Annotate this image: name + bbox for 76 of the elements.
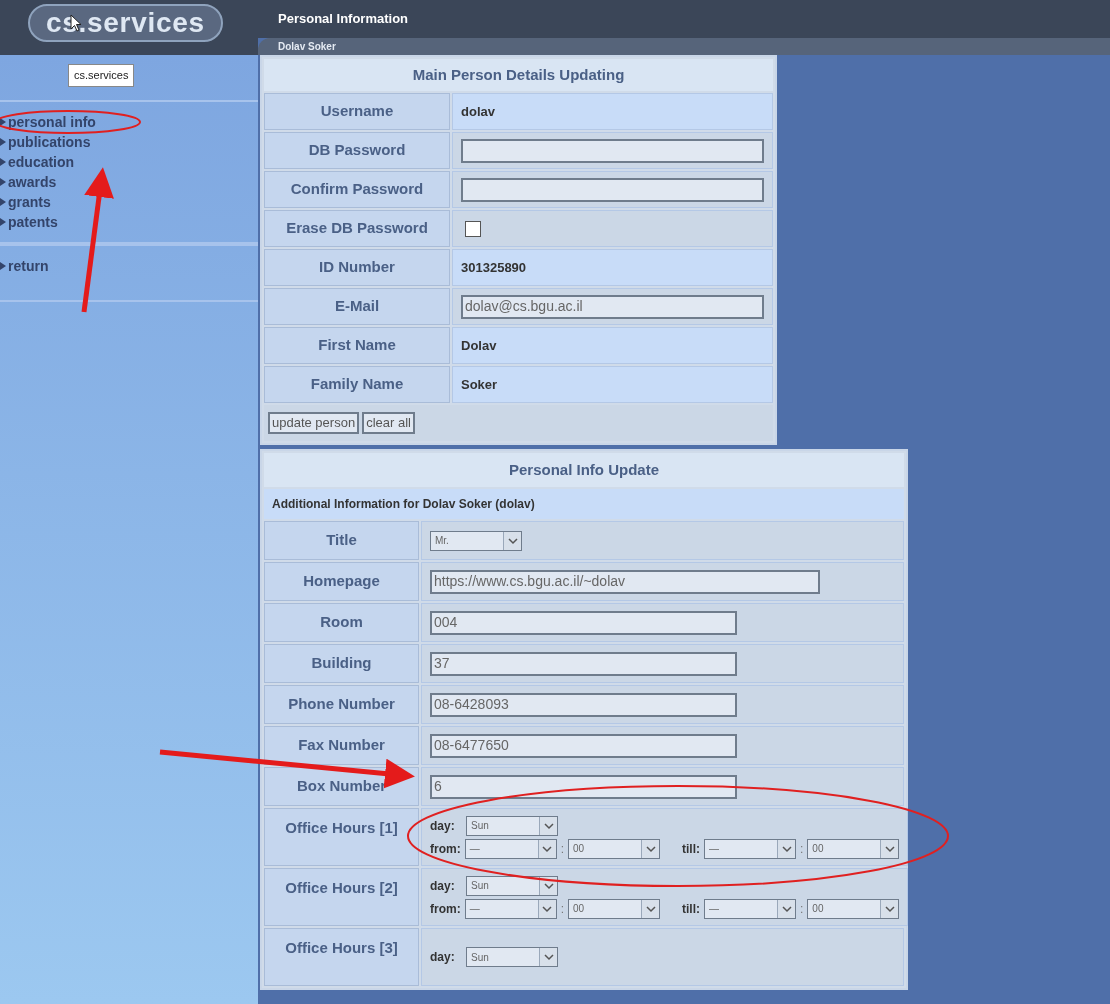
panel-title: Personal Info Update <box>264 453 904 487</box>
page-title: Personal Information <box>278 10 409 29</box>
field-label: Confirm Password <box>264 171 450 208</box>
field-label: till: <box>682 900 700 918</box>
time-separator: : <box>560 900 564 918</box>
bullet-icon <box>0 138 6 146</box>
value-cell: dolav <box>452 93 773 130</box>
field-label: day: <box>430 817 456 835</box>
time-separator: : <box>560 840 564 858</box>
input-field[interactable]: 6 <box>430 774 737 799</box>
field-label: Erase DB Password <box>264 210 450 247</box>
field-label: DB Password <box>264 132 450 169</box>
sidebar-link[interactable]: personal info <box>8 112 96 132</box>
dropdown[interactable]: Sun <box>466 815 558 836</box>
checkbox[interactable] <box>465 220 481 237</box>
dropdown[interactable]: — <box>464 838 557 859</box>
field-label: Homepage <box>264 562 419 601</box>
sidebar-link[interactable]: patents <box>8 212 58 232</box>
field-label: Office Hours [3] <box>264 928 419 986</box>
value-cell: Soker <box>452 366 773 403</box>
field-label: Office Hours [1] <box>264 808 419 866</box>
dropdown[interactable]: — <box>464 898 557 919</box>
field-label: Fax Number <box>264 726 419 765</box>
bullet-icon <box>0 218 6 226</box>
form-button[interactable]: clear all <box>362 412 415 434</box>
bullet-icon <box>0 198 6 206</box>
panel-title: Main Person Details Updating <box>264 59 773 91</box>
bullet-icon <box>0 178 6 186</box>
field-label: Title <box>264 521 419 560</box>
sidebar-link[interactable]: return <box>8 256 49 276</box>
field-label: Room <box>264 603 419 642</box>
dropdown[interactable]: Sun <box>466 947 558 967</box>
sidebar-link[interactable]: grants <box>8 192 51 212</box>
input-field[interactable]: 08-6477650 <box>430 733 737 758</box>
dropdown[interactable]: 00 <box>807 838 900 859</box>
page-subtitle: Dolav Soker <box>278 40 336 54</box>
field-label: till: <box>682 840 700 858</box>
value-cell: Dolav <box>452 327 773 364</box>
field-label: day: <box>430 949 456 966</box>
field-label: Username <box>264 93 450 130</box>
bullet-icon <box>0 158 6 166</box>
field-label: day: <box>430 877 456 895</box>
input-field[interactable]: 004 <box>430 610 737 635</box>
dropdown[interactable]: 00 <box>807 898 900 919</box>
bullet-icon <box>0 262 6 270</box>
input-field[interactable] <box>461 177 764 202</box>
field-label: First Name <box>264 327 450 364</box>
time-separator: : <box>800 900 804 918</box>
input-field[interactable]: 08-6428093 <box>430 692 737 717</box>
input-field[interactable]: dolav@cs.bgu.ac.il <box>461 294 764 319</box>
sidebar-link[interactable]: publications <box>8 132 91 152</box>
value-cell: 301325890 <box>452 249 773 286</box>
dropdown[interactable]: — <box>704 898 796 919</box>
input-field[interactable]: https://www.cs.bgu.ac.il/~dolav <box>430 569 820 594</box>
dropdown[interactable]: 00 <box>568 838 660 859</box>
dropdown[interactable]: — <box>704 838 796 859</box>
field-label: Building <box>264 644 419 683</box>
input-field[interactable]: 37 <box>430 651 737 676</box>
sidebar-link[interactable]: education <box>8 152 75 172</box>
section-heading: Additional Information for Dolav Soker (dolav) <box>264 489 904 519</box>
input-field[interactable] <box>461 138 764 163</box>
field-label: Family Name <box>264 366 450 403</box>
field-label: Phone Number <box>264 685 419 724</box>
dropdown[interactable]: Mr. <box>430 530 522 551</box>
field-label: ID Number <box>264 249 450 286</box>
dropdown[interactable]: Sun <box>466 875 558 896</box>
field-label: Office Hours [2] <box>264 868 419 926</box>
sidebar-link[interactable]: awards <box>8 172 57 192</box>
tooltip: cs.services <box>68 64 135 87</box>
field-label: E-Mail <box>264 288 450 325</box>
field-label: from: <box>430 900 461 918</box>
bullet-icon <box>0 118 6 126</box>
form-button[interactable]: update person <box>268 412 360 434</box>
time-separator: : <box>800 840 804 858</box>
field-label: from: <box>430 840 461 858</box>
dropdown[interactable]: 00 <box>568 898 660 919</box>
